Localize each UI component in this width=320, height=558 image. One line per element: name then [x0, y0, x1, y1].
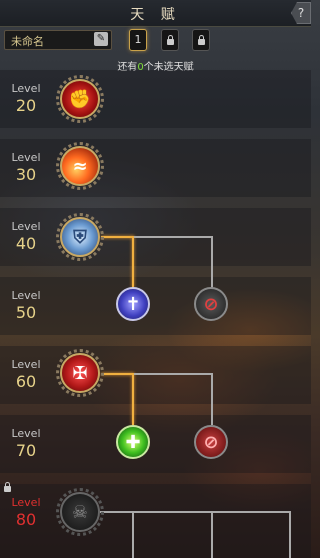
fire-slash-icon[interactable]: ≈: [56, 142, 104, 190]
holy-shield-icon[interactable]: ✝: [116, 287, 150, 321]
level-label: Level 60: [11, 358, 41, 391]
title-bar: 天 赋 ?: [0, 0, 311, 27]
connector-line: [211, 373, 213, 425]
build-name-field[interactable]: 未命名 ✎: [4, 30, 112, 50]
connector-line: [132, 373, 134, 425]
connector-line: [132, 511, 134, 558]
build-slot-2[interactable]: [161, 29, 179, 51]
build-name-value: 未命名: [11, 35, 44, 48]
forbidden-red-icon[interactable]: ⊘: [194, 425, 228, 459]
toolbar: 未命名 ✎ 1: [0, 26, 311, 54]
green-heal-icon[interactable]: ✚: [116, 425, 150, 459]
blood-fortress-icon[interactable]: ✠: [56, 349, 104, 397]
level-label: Level 20: [11, 82, 41, 115]
talent-row-70: Level 70: [0, 415, 311, 473]
shield-icon[interactable]: ⛨: [56, 213, 104, 261]
pencil-icon[interactable]: ✎: [94, 32, 108, 46]
connector-line: [134, 373, 212, 375]
level-label: Level 50: [11, 289, 41, 322]
talent-row-60: Level 60: [0, 346, 311, 404]
skull-icon[interactable]: ☠: [56, 488, 104, 536]
level-label: Level 30: [11, 151, 41, 184]
talent-row-20: Level 20: [0, 70, 311, 128]
level-label: Level 80: [11, 496, 41, 529]
forbidden-icon[interactable]: ⊘: [194, 287, 228, 321]
rage-fist-icon[interactable]: ✊: [56, 75, 104, 123]
page-title: 天 赋: [130, 7, 181, 23]
talent-row-50: Level 50: [0, 277, 311, 335]
level-label: Level 70: [11, 427, 41, 460]
connector-line: [134, 236, 212, 238]
connector-line: [289, 511, 291, 558]
talent-row-80: Level 80: [0, 482, 311, 558]
connector-line: [101, 373, 133, 375]
lock-icon: [166, 35, 174, 45]
connector-line: [211, 511, 213, 558]
level-label: Level 40: [11, 220, 41, 253]
talent-row-30: Level 30: [0, 139, 311, 197]
lock-icon: [4, 482, 11, 492]
connector-line: [101, 236, 133, 238]
connector-line: [211, 236, 213, 288]
lock-icon: [197, 35, 205, 45]
build-slot-3[interactable]: [192, 29, 210, 51]
connector-line: [100, 511, 291, 513]
build-slot-1[interactable]: 1: [129, 29, 147, 51]
connector-line: [132, 236, 134, 288]
